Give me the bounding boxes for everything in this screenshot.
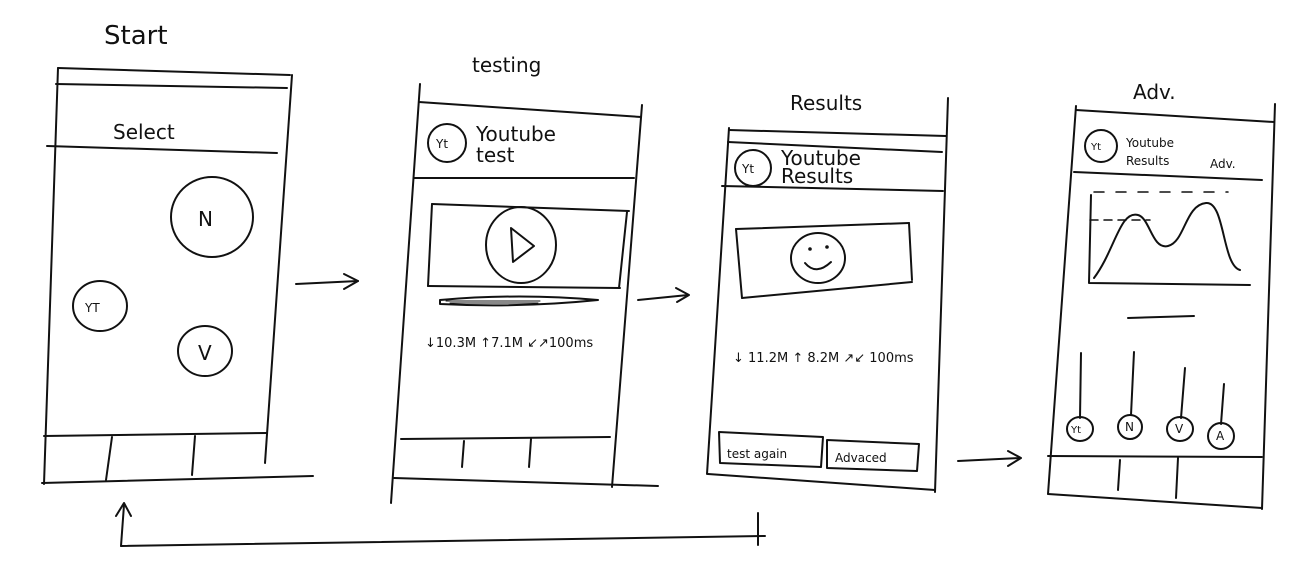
flow-arrow-start-to-testing xyxy=(295,273,359,290)
advanced-title-line1: Youtube xyxy=(1125,136,1174,150)
advanced-title-line2: Results xyxy=(1126,154,1169,168)
advanced-logo-text: Yt xyxy=(1090,142,1101,153)
advanced-header-tag: Adv. xyxy=(1210,157,1236,171)
option-button-yt[interactable]: YT xyxy=(72,280,128,332)
testing-logo-text: Yt xyxy=(435,137,448,151)
graph-line xyxy=(1093,201,1241,279)
screen-advanced-caption: Adv. xyxy=(1133,80,1176,104)
screen-results-caption: Results xyxy=(790,91,862,115)
screen-testing-caption: testing xyxy=(472,53,541,77)
test-progress-bar xyxy=(439,295,599,307)
screen-results: Results Yt Youtube Results ↓ 11.2M ↑ 8.2… xyxy=(706,91,949,493)
phone-frame-testing xyxy=(390,83,659,504)
results-media-box xyxy=(735,222,913,299)
results-app-header: Yt Youtube Results xyxy=(734,146,861,188)
adv-option-label-yt: Yt xyxy=(1070,425,1081,436)
screen-start: Start Select N YT V xyxy=(41,21,314,485)
testing-title-line2: test xyxy=(476,143,515,167)
test-again-label: test again xyxy=(727,447,787,461)
video-player[interactable] xyxy=(427,203,630,289)
sketch-canvas: Start Select N YT V testing Yt Youtube t… xyxy=(41,21,1276,547)
flow-arrow-testing-to-results xyxy=(637,287,690,303)
option-button-n[interactable]: N xyxy=(170,176,254,258)
adv-option-label-v: V xyxy=(1175,422,1184,436)
option-pin-yt[interactable]: Yt xyxy=(1066,352,1094,442)
test-again-button[interactable]: test again xyxy=(718,431,824,468)
phone-frame-start xyxy=(41,67,314,485)
option-button-v[interactable]: V xyxy=(177,325,233,377)
speed-graph xyxy=(1088,191,1251,286)
flow-arrow-results-to-advanced xyxy=(957,450,1022,467)
testing-app-header: Yt Youtube test xyxy=(427,122,556,167)
results-logo-text: Yt xyxy=(741,162,754,176)
adv-option-label-a: A xyxy=(1216,429,1225,443)
results-speed-stats: ↓ 11.2M ↑ 8.2M ↗↙ 100ms xyxy=(733,351,914,366)
results-title-line2: Results xyxy=(781,164,853,188)
option-label-n: N xyxy=(198,207,213,231)
testing-speed-stats: ↓10.3M ↑7.1M ↙↗100ms xyxy=(425,336,593,351)
screen-testing: testing Yt Youtube test ↓10.3M ↑7.1M ↙↗1… xyxy=(390,53,659,504)
adv-option-label-n: N xyxy=(1125,420,1134,434)
advanced-button[interactable]: Advaced xyxy=(826,439,920,472)
select-header: Select xyxy=(113,120,175,144)
option-label-v: V xyxy=(198,341,212,365)
smiley-face-icon xyxy=(790,232,846,284)
play-icon xyxy=(510,227,535,263)
flow-arrow-return-to-start xyxy=(115,502,766,547)
option-label-yt: YT xyxy=(84,301,100,315)
screen-advanced: Adv. Yt Youtube Results Adv. Yt N V A xyxy=(1047,80,1276,510)
advanced-app-header: Yt Youtube Results Adv. xyxy=(1084,129,1236,171)
screen-start-caption: Start xyxy=(104,21,168,51)
option-pin-a[interactable]: A xyxy=(1207,383,1235,450)
advanced-label: Advaced xyxy=(835,451,887,465)
options-divider xyxy=(1127,315,1195,319)
option-pin-n[interactable]: N xyxy=(1117,351,1143,440)
option-pin-v[interactable]: V xyxy=(1166,367,1194,442)
